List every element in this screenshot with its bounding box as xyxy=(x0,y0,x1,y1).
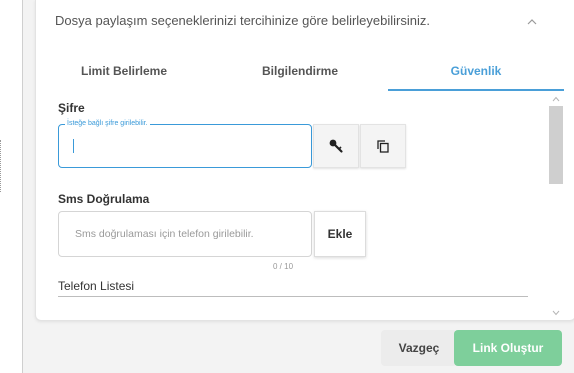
key-icon xyxy=(329,139,343,153)
tab-security[interactable]: Güvenlik xyxy=(388,52,564,90)
tab-bar: Limit Belirleme Bilgilendirme Güvenlik xyxy=(36,52,574,92)
phone-list-label: Telefon Listesi xyxy=(58,279,135,293)
phone-counter: 0 / 10 xyxy=(273,262,294,271)
vertical-scrollbar[interactable] xyxy=(549,94,563,318)
password-section-label: Şifre xyxy=(58,101,85,115)
cancel-button[interactable]: Vazgeç xyxy=(381,330,457,366)
text-caret xyxy=(73,139,74,153)
sms-phone-placeholder: Sms doğrulaması için telefon girilebilir… xyxy=(75,228,254,240)
create-link-button[interactable]: Link Oluştur xyxy=(454,330,562,366)
phone-list-divider xyxy=(58,296,528,297)
chevron-up-icon[interactable] xyxy=(526,16,538,28)
password-floating-label: İsteğe bağlı şifre girilebilir. xyxy=(65,119,150,129)
scroll-up-icon[interactable] xyxy=(552,96,560,102)
scrollbar-thumb[interactable] xyxy=(549,106,563,184)
password-input[interactable]: İsteğe bağlı şifre girilebilir. xyxy=(58,119,312,168)
background-edge xyxy=(0,140,2,192)
share-dialog: Dosya paylaşım seçeneklerinizi tercihini… xyxy=(22,0,574,373)
scroll-down-icon[interactable] xyxy=(552,310,560,316)
copy-password-button[interactable] xyxy=(360,124,406,168)
active-tab-indicator xyxy=(388,89,564,91)
sms-phone-input[interactable]: Sms doğrulaması için telefon girilebilir… xyxy=(58,211,312,257)
add-phone-button[interactable]: Ekle xyxy=(314,211,366,257)
sms-section-label: Sms Doğrulama xyxy=(58,192,150,206)
copy-icon xyxy=(377,140,389,153)
tab-limit[interactable]: Limit Belirleme xyxy=(36,52,212,90)
generate-password-button[interactable] xyxy=(313,124,359,168)
options-description: Dosya paylaşım seçeneklerinizi tercihini… xyxy=(55,13,430,28)
share-options-card: Dosya paylaşım seçeneklerinizi tercihini… xyxy=(35,0,574,321)
tab-notification[interactable]: Bilgilendirme xyxy=(212,52,388,90)
